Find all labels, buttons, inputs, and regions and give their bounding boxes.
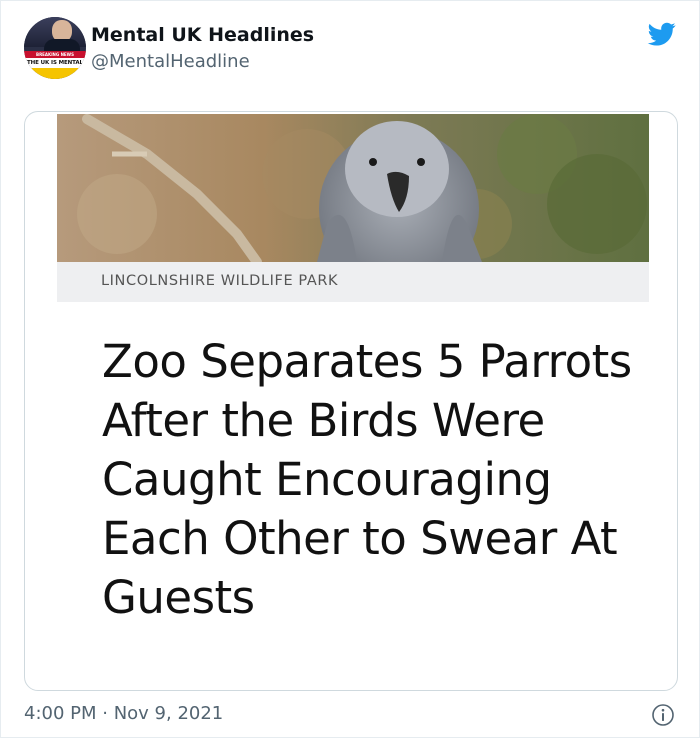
article-card[interactable]: LINCOLNSHIRE WILDLIFE PARK Zoo Separates… (24, 111, 678, 691)
avatar-banner: BREAKING NEWS (24, 51, 86, 58)
avatar-stripe (24, 68, 86, 79)
caption-bar: LINCOLNSHIRE WILDLIFE PARK (57, 262, 649, 302)
tweet-card: BREAKING NEWS THE UK IS MENTAL Mental UK… (0, 0, 700, 738)
author-handle[interactable]: @MentalHeadline (91, 51, 250, 72)
author-name[interactable]: Mental UK Headlines (91, 24, 314, 46)
tweet-timestamp[interactable]: 4:00 PM · Nov 9, 2021 (24, 703, 223, 724)
avatar-text: THE UK IS MENTAL (24, 58, 86, 68)
twitter-bird-icon[interactable] (646, 20, 678, 48)
photo-caption: LINCOLNSHIRE WILDLIFE PARK (101, 273, 339, 289)
info-icon[interactable] (651, 703, 675, 727)
avatar[interactable]: BREAKING NEWS THE UK IS MENTAL (24, 17, 86, 79)
article-headline: Zoo Separates 5 Parrots After the Birds … (102, 335, 632, 624)
parrot-photo (57, 114, 649, 262)
